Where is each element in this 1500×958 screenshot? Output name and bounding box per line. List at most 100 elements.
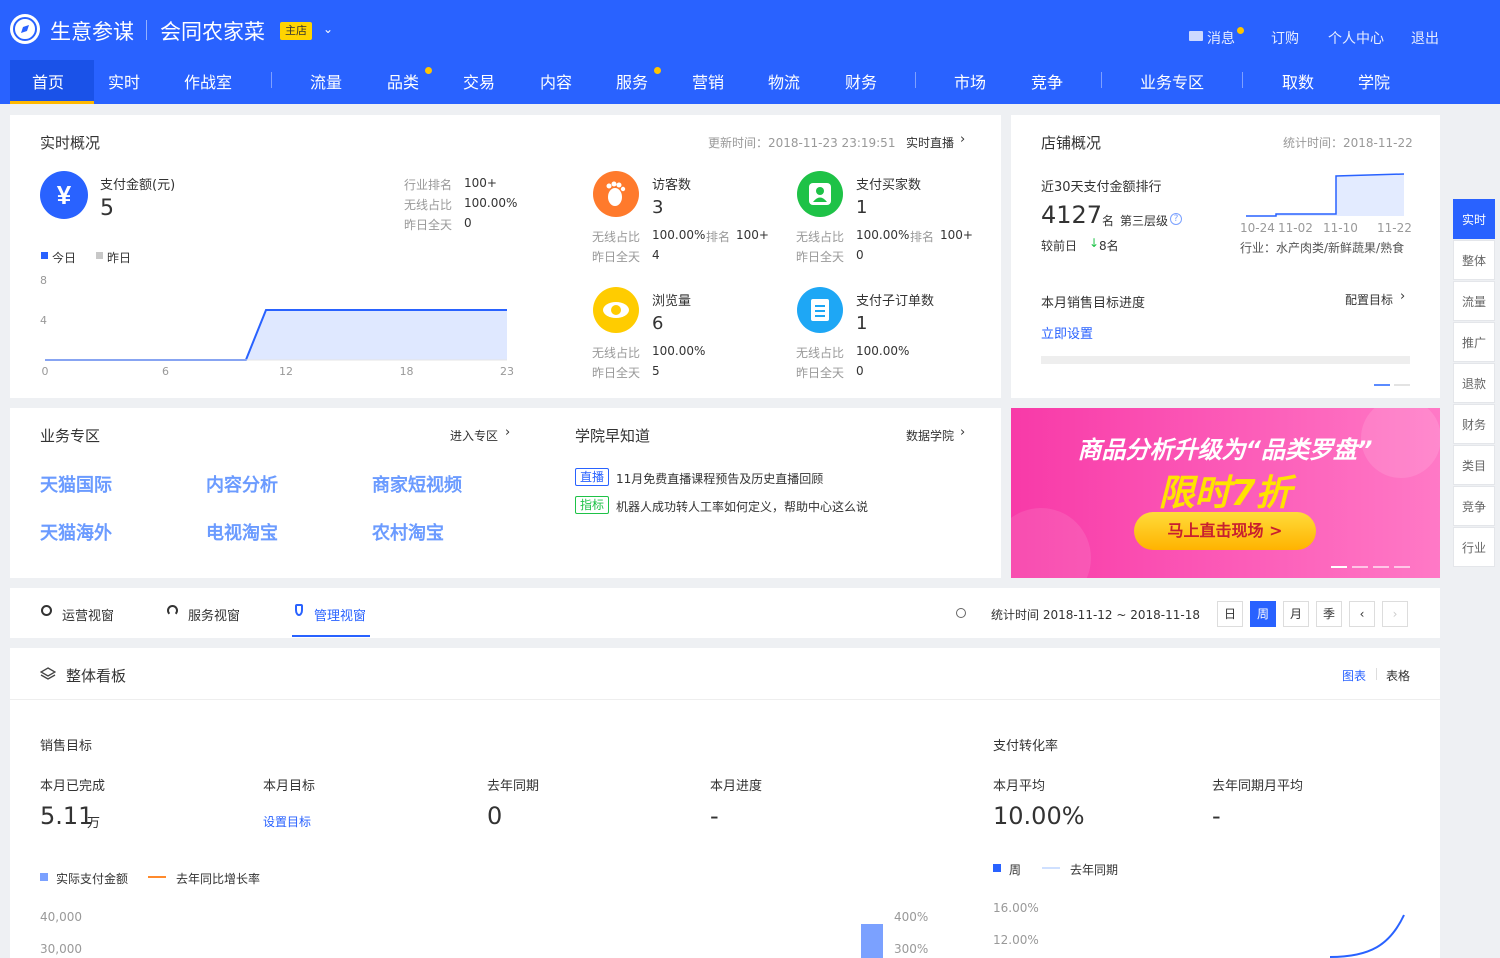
x-tick-label: 12 (279, 365, 293, 378)
pager-dot-active[interactable] (1374, 384, 1390, 386)
zone-short-video[interactable]: 商家短视频 (372, 471, 462, 497)
x-tick-label: 23 (500, 365, 514, 378)
view-table-toggle[interactable]: 表格 (1386, 667, 1410, 684)
sidebar-item-traffic[interactable]: 流量 (1453, 281, 1495, 321)
period-quarter-button[interactable]: 季 (1316, 601, 1342, 627)
prev-period-button[interactable]: ‹ (1349, 601, 1375, 627)
buyers-rank-label: 排名 (910, 230, 935, 244)
pager-dot[interactable] (1394, 384, 1410, 386)
nav-academy[interactable]: 学院 (1358, 69, 1390, 93)
legend-week[interactable]: 周 (1009, 861, 1021, 878)
chevron-down-icon[interactable]: ⌄ (323, 22, 333, 36)
data-academy-link[interactable]: 数据学院 (906, 427, 954, 444)
subscribe-link[interactable]: 订购 (1271, 28, 1299, 48)
period-day-button[interactable]: 日 (1217, 601, 1243, 627)
info-icon[interactable] (956, 608, 966, 618)
zone-tmall-global[interactable]: 天猫国际 (40, 471, 112, 497)
suborders-yesterday-label: 昨日全天 (796, 366, 845, 380)
legend-actual[interactable]: 实际支付金额 (56, 870, 128, 887)
period-month-button[interactable]: 月 (1283, 601, 1309, 627)
sidebar-item-category[interactable]: 类目 (1453, 445, 1495, 485)
view-chart-toggle[interactable]: 图表 (1342, 667, 1366, 684)
rank-sparkline (1246, 173, 1405, 217)
spark-date: 10-24 (1240, 221, 1275, 235)
nav-market[interactable]: 市场 (954, 69, 986, 93)
nav-traffic[interactable]: 流量 (310, 69, 342, 93)
chevron-right-icon[interactable]: › (960, 425, 965, 440)
sidebar-item-refund[interactable]: 退款 (1453, 363, 1495, 403)
compass-logo-icon[interactable] (10, 14, 40, 44)
set-target-link[interactable]: 设置目标 (263, 813, 311, 830)
nav-divider (1242, 72, 1243, 88)
shop-name[interactable]: 会同农家菜 (160, 16, 265, 46)
chevron-right-icon[interactable]: › (960, 132, 965, 147)
set-now-link[interactable]: 立即设置 (1041, 323, 1093, 342)
zone-rural-taobao[interactable]: 农村淘宝 (372, 519, 444, 545)
nav-war-room[interactable]: 作战室 (184, 69, 232, 93)
tab-service[interactable]: 服务视窗 (188, 605, 240, 624)
nav-trade[interactable]: 交易 (463, 69, 495, 93)
nav-fetch-data[interactable]: 取数 (1282, 69, 1314, 93)
sidebar-item-overall[interactable]: 整体 (1453, 240, 1495, 280)
academy-item[interactable]: 11月免费直播课程预告及历史直播回顾 (616, 470, 823, 487)
nav-competition[interactable]: 竞争 (1031, 69, 1063, 93)
sidebar-item-finance[interactable]: 财务 (1453, 404, 1495, 444)
next-period-button[interactable]: › (1382, 601, 1408, 627)
shop-stat-time: 统计时间：2018-11-22 (1283, 136, 1413, 150)
tab-management[interactable]: 管理视窗 (314, 605, 366, 624)
chevron-right-icon[interactable]: › (505, 425, 510, 440)
nav-logistics[interactable]: 物流 (768, 69, 800, 93)
nav-marketing[interactable]: 营销 (692, 69, 724, 93)
visitors-wireless-label: 无线占比 (592, 230, 641, 244)
nav-category[interactable]: 品类 (387, 69, 419, 93)
x-tick-label: 0 (42, 365, 49, 378)
nav-realtime[interactable]: 实时 (108, 69, 140, 93)
yesterday-label: 昨日全天 (404, 218, 453, 232)
help-icon[interactable]: ? (1170, 213, 1182, 225)
actual-bar[interactable] (861, 924, 883, 958)
suborders-value: 1 (856, 313, 868, 334)
brand-name[interactable]: 生意参谋 (50, 16, 134, 46)
sidebar-item-competition[interactable]: 竞争 (1453, 486, 1495, 526)
banner-cta-button[interactable]: 马上直击现场 > (1134, 512, 1316, 550)
month-progress-label: 本月进度 (710, 779, 763, 794)
banner-dot[interactable] (1394, 566, 1410, 568)
enter-zone-link[interactable]: 进入专区 (450, 427, 498, 444)
zone-content-analysis[interactable]: 内容分析 (206, 471, 278, 497)
chevron-right-icon[interactable]: › (1400, 289, 1405, 304)
personal-center-link[interactable]: 个人中心 (1328, 28, 1384, 48)
nav-service[interactable]: 服务 (616, 69, 648, 93)
legend-yoy[interactable]: 去年同比增长率 (176, 870, 260, 887)
tier-label: 第三层级 (1120, 214, 1169, 228)
zone-tv-taobao[interactable]: 电视淘宝 (206, 519, 278, 545)
zone-tmall-overseas[interactable]: 天猫海外 (40, 519, 112, 545)
config-target-link[interactable]: 配置目标 (1345, 291, 1393, 308)
banner-dot[interactable] (1373, 566, 1389, 568)
legend-lastyear[interactable]: 去年同期 (1070, 861, 1118, 878)
live-link[interactable]: 实时直播 (906, 134, 954, 151)
conv-tick: 12.00% (993, 933, 1039, 947)
academy-item[interactable]: 机器人成功转人工率如何定义，帮助中心这么说 (616, 498, 868, 515)
banner-dot-active[interactable] (1331, 566, 1347, 568)
sidebar-item-realtime[interactable]: 实时 (1453, 199, 1495, 239)
sidebar-item-industry[interactable]: 行业 (1453, 527, 1495, 567)
legend-yesterday[interactable]: 昨日 (107, 249, 131, 266)
nav-finance[interactable]: 财务 (845, 69, 877, 93)
period-week-button[interactable]: 周 (1250, 601, 1276, 627)
industry-rank-label: 行业排名 (404, 178, 453, 192)
banner-headline: 商品分析升级为“品类罗盘” (1077, 436, 1373, 464)
tab-operations[interactable]: 运营视窗 (62, 605, 114, 624)
pageviews-wireless-label: 无线占比 (592, 346, 641, 360)
messages-link[interactable]: 消息 (1207, 28, 1235, 48)
banner-dot[interactable] (1352, 566, 1368, 568)
logout-link[interactable]: 退出 (1411, 28, 1439, 48)
legend-today[interactable]: 今日 (52, 249, 76, 266)
banner-discount: 限时7折 (1158, 473, 1292, 514)
target-progress-bar (1041, 356, 1410, 364)
sidebar-item-promotion[interactable]: 推广 (1453, 322, 1495, 362)
nav-business-zone[interactable]: 业务专区 (1140, 69, 1204, 93)
nav-home[interactable]: 首页 (32, 69, 64, 93)
nav-content[interactable]: 内容 (540, 69, 572, 93)
shield-icon (41, 605, 52, 616)
buyer-icon (797, 171, 843, 217)
